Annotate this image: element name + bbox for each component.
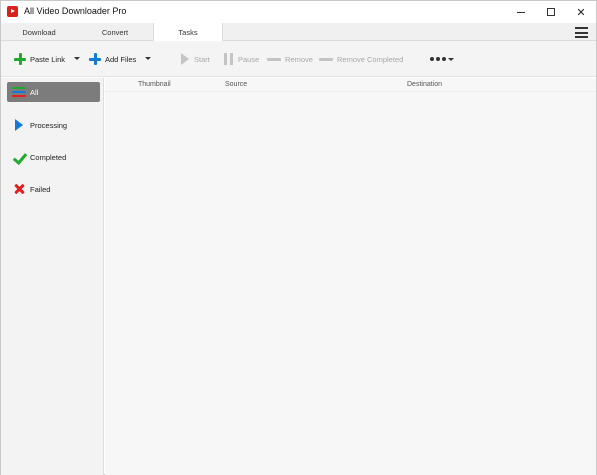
sidebar-item-processing[interactable]: Processing <box>7 115 100 135</box>
minimize-icon <box>517 11 525 13</box>
app-logo-icon <box>7 6 18 17</box>
window-title: All Video Downloader Pro <box>24 6 127 16</box>
start-button[interactable]: Start <box>181 41 210 77</box>
remove-completed-button[interactable]: Remove Completed <box>319 41 403 77</box>
remove-completed-label: Remove Completed <box>337 54 404 64</box>
sidebar-item-label: Processing <box>30 120 68 130</box>
main-tab-bar: Download Convert Tasks <box>1 23 596 42</box>
paste-link-dropdown-icon[interactable] <box>74 57 80 60</box>
plus-icon <box>14 53 26 65</box>
column-header-destination[interactable]: Destination <box>407 78 442 91</box>
list-colored-icon <box>12 85 26 99</box>
sidebar-item-all[interactable]: All <box>7 82 100 102</box>
tab-download[interactable]: Download <box>1 23 77 41</box>
sidebar-item-label: All <box>30 87 39 97</box>
tab-convert[interactable]: Convert <box>77 23 153 41</box>
plus-icon <box>89 53 101 65</box>
title-bar: All Video Downloader Pro ✕ <box>1 1 596 23</box>
close-button[interactable]: ✕ <box>564 1 597 23</box>
play-icon <box>181 53 189 65</box>
pause-button[interactable]: Pause <box>224 41 259 77</box>
header-divider <box>105 91 596 92</box>
sidebar-item-label: Failed <box>30 184 51 194</box>
maximize-icon <box>547 8 555 16</box>
remove-button[interactable]: Remove <box>267 41 313 77</box>
sidebar-item-completed[interactable]: Completed <box>7 147 100 167</box>
chevron-down-icon <box>448 57 454 61</box>
minimize-button[interactable] <box>504 1 538 23</box>
more-options-button[interactable] <box>430 41 454 77</box>
remove-label: Remove <box>285 54 313 64</box>
sidebar: All Processing Completed Failed <box>1 78 104 475</box>
menu-icon[interactable] <box>575 27 588 38</box>
pause-label: Pause <box>238 54 260 64</box>
x-icon <box>12 182 26 196</box>
tab-tasks[interactable]: Tasks <box>153 23 223 42</box>
maximize-button[interactable] <box>534 1 568 23</box>
sidebar-item-label: Completed <box>30 152 67 162</box>
add-files-button[interactable]: Add Files <box>89 41 136 77</box>
column-header-source[interactable]: Source <box>225 78 247 91</box>
start-label: Start <box>194 54 210 64</box>
play-icon <box>12 118 26 132</box>
column-header-thumbnail[interactable]: Thumbnail <box>138 78 171 91</box>
app-window: All Video Downloader Pro ✕ Download Conv… <box>0 0 597 475</box>
task-list[interactable]: Thumbnail Source Destination <box>105 78 596 475</box>
check-icon <box>12 150 26 164</box>
pause-icon <box>224 53 233 65</box>
toolbar: Paste Link Add Files Start Pause Remove … <box>1 41 596 77</box>
minus-icon <box>267 57 281 61</box>
minus-icon <box>319 57 333 61</box>
paste-link-label: Paste Link <box>30 54 66 64</box>
paste-link-button[interactable]: Paste Link <box>14 41 65 77</box>
close-icon: ✕ <box>576 6 586 19</box>
add-files-label: Add Files <box>105 54 137 64</box>
sidebar-item-failed[interactable]: Failed <box>7 179 100 199</box>
add-files-dropdown-icon[interactable] <box>145 57 151 60</box>
more-icon <box>430 57 448 61</box>
